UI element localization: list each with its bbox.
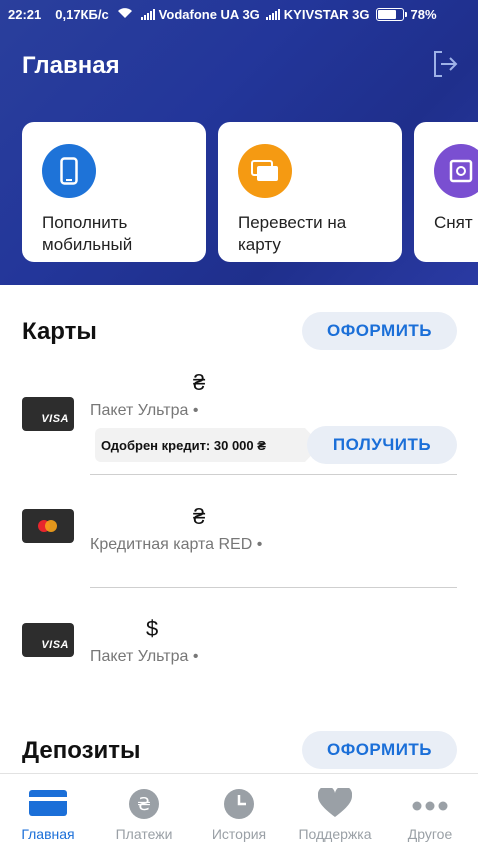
- card-balance-currency: $: [146, 616, 159, 641]
- visa-logo: VISA: [41, 413, 69, 425]
- credit-offer: Одобрен кредит: 30 000 ₴: [95, 428, 321, 462]
- signal-icon: [140, 8, 155, 20]
- status-operator-2: KYIVSTAR 3G: [283, 6, 370, 22]
- mastercard-card-icon: [22, 509, 74, 543]
- status-speed: 0,17КБ/с: [55, 6, 109, 22]
- tab-label: Поддержка: [298, 826, 372, 842]
- visa-card-icon: VISA: [22, 623, 74, 657]
- divider: [90, 587, 457, 588]
- tab-label: Другое: [407, 826, 453, 842]
- tab-history[interactable]: История: [191, 774, 287, 850]
- tab-payments[interactable]: ₴ Платежи: [96, 774, 192, 850]
- status-time: 22:21: [8, 6, 42, 22]
- card-name: Пакет Ультра •: [90, 648, 199, 665]
- card-name: Кредитная карта RED •: [90, 536, 263, 553]
- status-battery: 78%: [410, 6, 437, 22]
- card-transfer-icon: [238, 144, 292, 198]
- cards-section-title: Карты: [22, 318, 97, 345]
- home-card-icon: [29, 788, 67, 823]
- logout-icon[interactable]: [432, 50, 458, 78]
- signal-icon: [265, 8, 280, 20]
- tab-label: Платежи: [115, 826, 173, 842]
- cash-withdraw-icon: [434, 144, 478, 198]
- visa-card-icon: VISA: [22, 397, 74, 431]
- visa-logo: VISA: [41, 639, 69, 651]
- quick-action-label: Пополнить мобильный: [42, 213, 133, 254]
- card-balance-currency: ₴: [193, 370, 206, 395]
- tab-home[interactable]: Главная: [0, 774, 96, 850]
- quick-action-label: Снят: [434, 213, 473, 232]
- hryvnia-icon: ₴: [128, 788, 160, 825]
- mobile-phone-icon: [42, 144, 96, 198]
- clock-icon: [223, 788, 255, 825]
- more-dots-icon: [412, 798, 448, 816]
- order-card-button[interactable]: ОФОРМИТЬ: [302, 312, 457, 350]
- divider: [90, 474, 457, 475]
- order-deposit-button[interactable]: ОФОРМИТЬ: [302, 731, 457, 769]
- card-balance-currency: ₴: [193, 504, 206, 529]
- tab-label: Главная: [21, 826, 75, 842]
- heart-icon: [317, 785, 353, 823]
- status-bar: 22:21 0,17КБ/с Vodafone UA 3G KYIVSTAR 3…: [0, 0, 478, 28]
- quick-action-label: Перевести на карту: [238, 213, 347, 254]
- card-name: Пакет Ультра •: [90, 402, 199, 419]
- get-credit-button[interactable]: ПОЛУЧИТЬ: [307, 426, 457, 464]
- battery-icon: [375, 7, 407, 21]
- quick-action-transfer-to-card[interactable]: Перевести на карту: [218, 122, 402, 262]
- status-operator-1: Vodafone UA 3G: [158, 6, 260, 22]
- mastercard-logo: [38, 520, 57, 532]
- quick-action-top-up-mobile[interactable]: Пополнить мобильный: [22, 122, 206, 262]
- tab-support[interactable]: Поддержка: [287, 774, 383, 850]
- svg-text:₴: ₴: [137, 794, 151, 815]
- header-hero: 22:21 0,17КБ/с Vodafone UA 3G KYIVSTAR 3…: [0, 0, 478, 285]
- bottom-tab-bar: Главная ₴ Платежи История Поддержка Друг…: [0, 773, 478, 850]
- tab-label: История: [211, 826, 267, 842]
- deposits-section-title: Депозиты: [22, 737, 141, 764]
- quick-action-withdraw[interactable]: Снят: [414, 122, 478, 262]
- tab-other[interactable]: Другое: [382, 774, 478, 850]
- page-title: Главная: [22, 52, 120, 79]
- wifi-icon: [117, 7, 133, 22]
